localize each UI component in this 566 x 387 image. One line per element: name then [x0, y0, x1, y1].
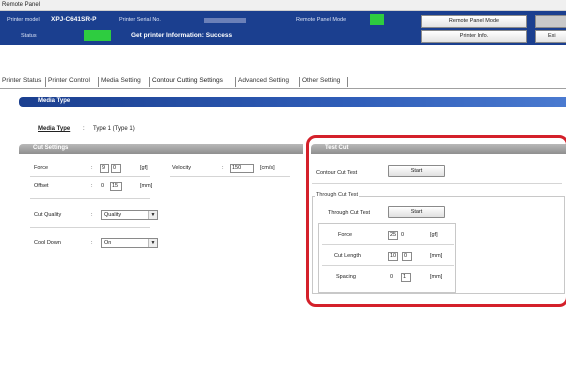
printer-info-button[interactable]: Printer Info. [421, 30, 527, 43]
remote-mode-label: Remote Panel Mode [296, 17, 347, 23]
velocity-input[interactable]: 150 [230, 164, 254, 173]
tab-media-setting[interactable]: Media Setting [101, 77, 141, 84]
cut-settings-section-header: Cut Settings [19, 144, 303, 154]
status-row: Status Get printer Information: Success … [0, 29, 566, 43]
cool-down-colon: : [91, 240, 93, 246]
chevron-down-icon[interactable]: ▼ [148, 211, 157, 219]
media-type-colon: : [83, 126, 85, 132]
window-titlebar: Remote Panel [0, 0, 566, 11]
velocity-unit: [cm/s] [260, 165, 275, 171]
media-type-section-title: Media Type [38, 98, 71, 104]
window-title: Remote Panel [2, 2, 41, 8]
offset-input-decimal[interactable]: 15 [110, 182, 122, 191]
offset-colon: : [91, 183, 93, 189]
status-label: Status [21, 33, 37, 39]
remote-panel-mode-button[interactable]: Remote Panel Mode [421, 15, 527, 28]
row-divider [30, 198, 150, 199]
cool-down-selected-value: On [104, 240, 112, 246]
printer-model-value: XPJ-C641SR-P [51, 16, 97, 23]
row-divider [170, 176, 290, 177]
force-colon: : [91, 165, 93, 171]
offset-value-integer: 0 [101, 183, 105, 189]
cut-quality-selected-value: Quality [104, 212, 122, 218]
chevron-down-icon[interactable]: ▼ [148, 239, 157, 247]
force-unit: [gf] [140, 165, 148, 171]
media-type-section-header: Media Type [19, 97, 566, 107]
cut-settings-section-title: Cut Settings [33, 145, 69, 151]
printer-serial-value-redacted [204, 18, 246, 23]
printer-info-row: Printer model XPJ-C641SR-P Printer Seria… [0, 13, 566, 28]
tab-printer-status[interactable]: Printer Status [2, 77, 41, 84]
tab-divider [0, 88, 566, 89]
remote-mode-indicator [370, 14, 384, 25]
velocity-label: Velocity [172, 165, 191, 171]
cut-quality-label: Cut Quality [34, 212, 62, 218]
tab-separator [235, 77, 236, 87]
offset-unit: [mm] [140, 183, 153, 189]
row-divider [30, 176, 150, 177]
tab-other-setting[interactable]: Other Setting [302, 77, 340, 84]
cool-down-select[interactable]: On ▼ [101, 238, 158, 248]
tab-separator [299, 77, 300, 87]
printer-header: Printer model XPJ-C641SR-P Printer Seria… [0, 11, 566, 45]
tab-contour-cutting-settings[interactable]: Contour Cutting Settings [152, 77, 223, 84]
tab-separator [149, 77, 150, 87]
printer-model-label: Printer model [7, 17, 40, 23]
row-divider [30, 227, 150, 228]
tab-advanced-setting[interactable]: Advanced Setting [238, 77, 289, 84]
tab-separator [347, 77, 348, 87]
cut-quality-colon: : [91, 212, 93, 218]
disabled-header-button [535, 15, 566, 28]
settings-tabs: Printer Status Printer Control Media Set… [0, 77, 566, 88]
exit-button[interactable]: Exi [535, 30, 566, 43]
force-label: Force [34, 165, 49, 171]
status-message: Get printer Information: Success [131, 32, 233, 39]
media-type-value: Type 1 (Type 1) [93, 126, 135, 132]
offset-label: Offset [34, 183, 49, 189]
force-input-decimal[interactable]: 0 [111, 164, 121, 173]
printer-serial-label: Printer Serial No. [119, 17, 161, 23]
tab-separator [45, 77, 46, 87]
cool-down-label: Cool Down [34, 240, 61, 246]
tab-separator [98, 77, 99, 87]
velocity-colon: : [222, 165, 224, 171]
force-input-integer[interactable]: 9 [100, 164, 109, 173]
media-type-label: Media Type [38, 126, 71, 132]
tab-printer-control[interactable]: Printer Control [48, 77, 90, 84]
cut-quality-select[interactable]: Quality ▼ [101, 210, 158, 220]
status-indicator [84, 30, 111, 41]
test-cut-highlight-frame [306, 135, 566, 307]
